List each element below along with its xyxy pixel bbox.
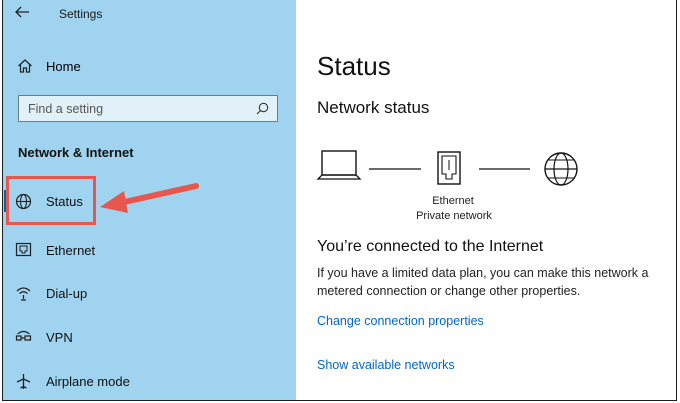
connection-description: If you have a limited data plan, you can… (317, 266, 649, 298)
sidebar-item-label: Airplane mode (46, 374, 130, 389)
adapter-name: Ethernet (432, 195, 474, 207)
network-status-heading: Network status (317, 98, 430, 117)
sidebar-item-label: Ethernet (46, 243, 96, 258)
search-icon[interactable] (256, 102, 269, 115)
settings-window: Settings Home Find a setting Network & I… (2, 0, 677, 401)
connection-status-title: You’re connected to the Internet (317, 238, 544, 255)
section-heading: Network & Internet (18, 145, 134, 160)
sidebar-item-label: VPN (46, 330, 73, 345)
main-content: Status Network status Ethernet Private n (296, 0, 676, 400)
sidebar-item-ethernet[interactable]: Ethernet (3, 233, 296, 267)
sidebar-item-dialup[interactable]: Dial-up (3, 276, 296, 310)
sidebar: Settings Home Find a setting Network & I… (3, 0, 296, 400)
change-connection-properties-link[interactable]: Change connection properties (317, 314, 484, 328)
show-available-networks-link[interactable]: Show available networks (317, 358, 455, 372)
search-input[interactable]: Find a setting (18, 95, 278, 122)
app-title: Settings (59, 7, 103, 21)
sidebar-item-label: Dial-up (46, 286, 88, 301)
ethernet-port-icon (437, 151, 461, 185)
laptop-icon (316, 150, 362, 180)
title-bar: Settings (3, 0, 296, 30)
sidebar-item-airplane-mode[interactable]: Airplane mode (3, 364, 296, 398)
home-label: Home (46, 59, 81, 74)
home-icon (18, 59, 32, 73)
ethernet-icon (15, 242, 32, 257)
search-placeholder: Find a setting (28, 102, 104, 116)
selection-indicator (4, 190, 8, 212)
sidebar-item-vpn[interactable]: VPN (3, 320, 296, 354)
sidebar-item-label: Status (46, 194, 83, 209)
globe-icon (544, 152, 578, 186)
page-title: Status (317, 51, 391, 81)
airplane-icon (16, 374, 31, 389)
network-profile: Private network (416, 210, 492, 222)
dialup-icon (16, 287, 31, 301)
vpn-icon (15, 330, 32, 341)
annotation-arrow-icon (100, 183, 199, 213)
globe-network-icon (15, 193, 32, 210)
home-nav-item[interactable]: Home (3, 52, 296, 82)
back-arrow-icon[interactable] (14, 5, 30, 19)
